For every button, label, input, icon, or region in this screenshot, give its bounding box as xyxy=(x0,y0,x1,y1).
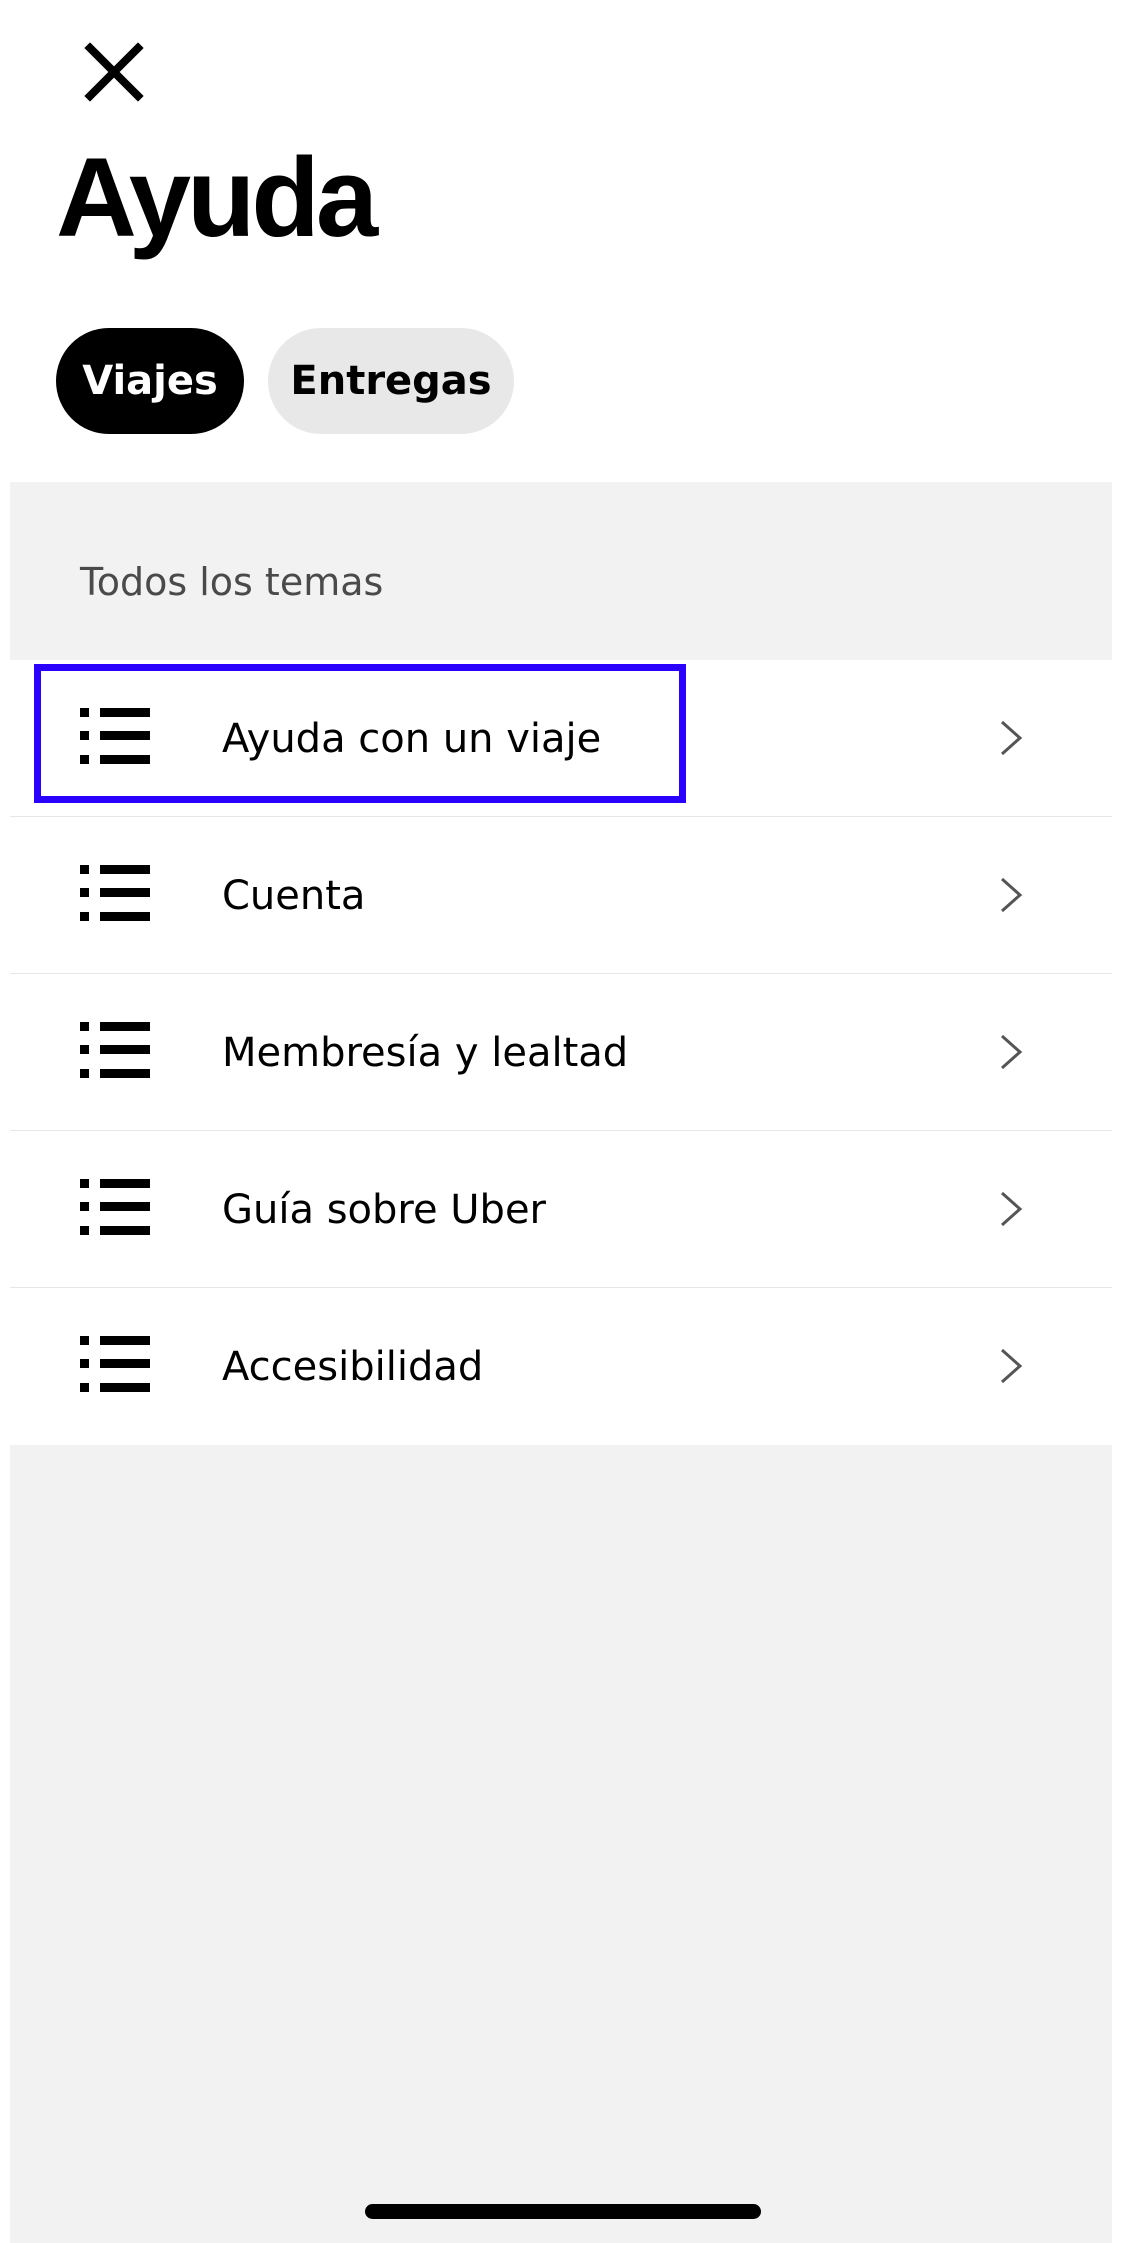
topic-label: Membresía y lealtad xyxy=(222,1029,629,1076)
topic-label: Accesibilidad xyxy=(222,1343,484,1390)
topic-label: Cuenta xyxy=(222,872,366,919)
header: Ayuda Viajes Entregas xyxy=(10,0,1112,482)
topic-item-guia-sobre-uber[interactable]: Guía sobre Uber xyxy=(10,1131,1112,1288)
help-screen: Ayuda Viajes Entregas Todos los temas Ay… xyxy=(10,0,1112,2243)
topic-list: Ayuda con un viaje Cuenta Membresía y le… xyxy=(10,660,1112,1445)
chevron-right-icon xyxy=(1001,720,1023,756)
topic-item-membresia-y-lealtad[interactable]: Membresía y lealtad xyxy=(10,974,1112,1131)
list-icon xyxy=(80,1022,150,1078)
topic-item-cuenta[interactable]: Cuenta xyxy=(10,817,1112,974)
list-icon xyxy=(80,708,150,764)
page-title: Ayuda xyxy=(56,135,378,260)
home-indicator[interactable] xyxy=(365,2204,761,2219)
topic-item-accesibilidad[interactable]: Accesibilidad xyxy=(10,1288,1112,1445)
chevron-right-icon xyxy=(1001,1034,1023,1070)
chevron-right-icon xyxy=(1001,1191,1023,1227)
list-icon xyxy=(80,865,150,921)
tab-viajes[interactable]: Viajes xyxy=(56,328,244,434)
section-label: Todos los temas xyxy=(80,560,384,604)
close-icon xyxy=(84,42,144,102)
list-icon xyxy=(80,1179,150,1235)
chevron-right-icon xyxy=(1001,1348,1023,1384)
tab-entregas[interactable]: Entregas xyxy=(268,328,514,434)
tab-bar: Viajes Entregas xyxy=(56,328,514,434)
chevron-right-icon xyxy=(1001,877,1023,913)
topic-item-ayuda-con-un-viaje[interactable]: Ayuda con un viaje xyxy=(10,660,1112,817)
list-icon xyxy=(80,1336,150,1392)
topic-label: Guía sobre Uber xyxy=(222,1186,547,1233)
topic-label: Ayuda con un viaje xyxy=(222,715,602,762)
close-button[interactable] xyxy=(72,30,156,114)
